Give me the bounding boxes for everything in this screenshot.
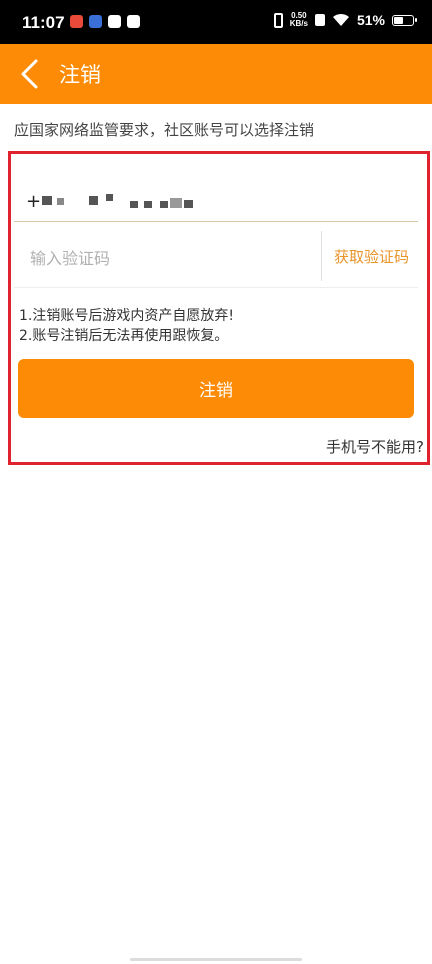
- phone-mask-block: [42, 196, 52, 205]
- notice-text: 应国家网络监管要求，社区账号可以选择注销: [14, 121, 315, 139]
- battery-icon: [392, 14, 417, 26]
- warning-text-1: 1.注销账号后游戏内资产自愿放弃!: [19, 308, 234, 324]
- verification-code-input[interactable]: [14, 229, 314, 287]
- phone-mask-block: [89, 196, 98, 205]
- field-divider: [321, 231, 322, 281]
- phone-mask-block: [170, 198, 182, 208]
- page-title: 注销: [59, 63, 101, 87]
- vibrate-icon: [273, 12, 283, 28]
- cancel-account-button[interactable]: 注销: [18, 359, 414, 418]
- app-header: 注销: [0, 44, 432, 104]
- phone-mask-block: [106, 194, 113, 201]
- mail-icon: [108, 15, 121, 28]
- wifi-icon: [332, 13, 349, 26]
- network-speed-unit: KB/s: [289, 19, 308, 28]
- verification-code-row: 获取验证码: [14, 229, 418, 288]
- notification-icons: [70, 15, 140, 28]
- nfc-icon: [314, 14, 325, 26]
- phone-mask-block: [160, 201, 168, 208]
- warning-text-2: 2.账号注销后无法再使用跟恢复。: [19, 328, 229, 344]
- network-speed-icon: 0.50 KB/s: [290, 12, 308, 28]
- message-icon: [127, 15, 140, 28]
- battery-fill: [394, 16, 403, 24]
- phone-mask-block: [184, 200, 193, 208]
- phone-mask-block: [144, 201, 152, 208]
- home-indicator[interactable]: [130, 958, 302, 961]
- phone-unusable-link[interactable]: 手机号不能用?: [326, 436, 424, 457]
- status-right: 0.50 KB/s 51%: [273, 12, 417, 28]
- phone-number-field: +: [14, 183, 418, 222]
- get-code-button[interactable]: 获取验证码: [334, 246, 409, 267]
- chevron-left-icon[interactable]: [16, 58, 46, 90]
- notification-app-icon: [70, 15, 83, 28]
- phone-prefix: +: [26, 191, 44, 212]
- notification-game-icon: [89, 15, 102, 28]
- status-bar: 11:07 0.50 KB/s 51%: [0, 0, 432, 44]
- battery-percent: 51%: [356, 12, 385, 28]
- phone-mask-block: [130, 201, 138, 208]
- status-time: 11:07: [22, 13, 65, 32]
- phone-mask-block: [57, 198, 64, 205]
